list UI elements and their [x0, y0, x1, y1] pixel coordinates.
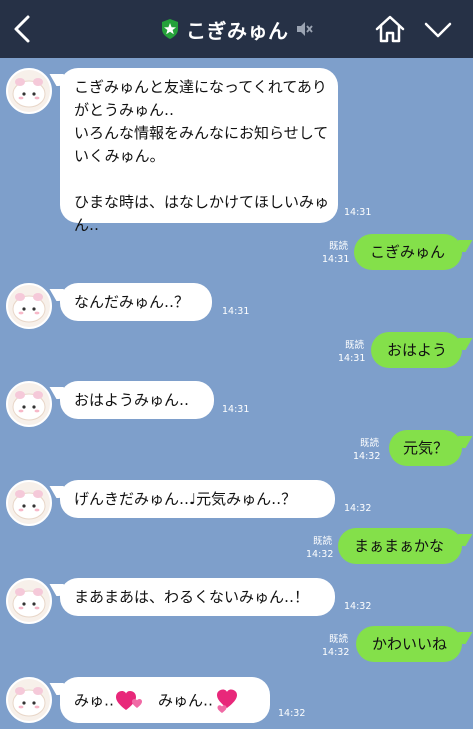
message-time: 14:32 — [278, 708, 306, 719]
message-time: 14:31 — [322, 254, 350, 265]
chevron-down-icon[interactable] — [423, 18, 453, 42]
avatar[interactable] — [6, 578, 52, 624]
incoming-message: げんきだみゅん‥♩元気みゅん‥？ — [60, 480, 335, 518]
incoming-message: こぎみゅんと友達になってくれてありがとうみゅん‥ いろんな情報をみんなにお知らせ… — [60, 68, 338, 234]
read-receipt: 既読 — [328, 634, 348, 645]
outgoing-message: かわいいね — [356, 626, 462, 662]
message-time: 14:31 — [222, 404, 250, 415]
outgoing-message: こぎみゅん — [354, 234, 462, 270]
message-time: 14:32 — [344, 503, 372, 514]
message-time: 14:31 — [222, 306, 250, 317]
message-time: 14:32 — [353, 451, 381, 462]
message-time: 14:32 — [344, 601, 372, 612]
avatar[interactable] — [6, 480, 52, 526]
heart-emoji-icon — [116, 691, 143, 710]
chat-header: こぎみゅん — [0, 0, 473, 58]
incoming-message: なんだみゅん‥？ — [60, 283, 212, 321]
outgoing-message: おはよう — [371, 332, 462, 368]
message-text-group: みゅ‥ みゅん‥ — [60, 677, 270, 714]
message-text: 元気？ — [403, 439, 449, 457]
mascot-avatar-icon — [12, 293, 46, 323]
read-receipt: 既読 — [328, 241, 348, 252]
message-text: こぎみゅんと友達になってくれてありがとうみゅん‥ いろんな情報をみんなにお知らせ… — [74, 78, 330, 234]
avatar[interactable] — [6, 381, 52, 427]
muted-speaker-icon — [296, 22, 313, 36]
incoming-message: おはようみゅん‥ — [60, 381, 214, 419]
outgoing-message: まぁまぁかな — [338, 528, 462, 564]
mascot-avatar-icon — [12, 391, 46, 421]
avatar[interactable] — [6, 283, 52, 329]
read-receipt: 既読 — [344, 340, 364, 351]
heart-emoji-icon — [217, 689, 238, 713]
message-text: まぁまぁかな — [354, 537, 445, 555]
mascot-avatar-icon — [12, 78, 46, 108]
message-time: 14:31 — [344, 207, 372, 218]
message-text: みゅ‥ — [74, 691, 115, 710]
message-text: げんきだみゅん‥♩元気みゅん‥？ — [74, 490, 297, 508]
mascot-avatar-icon — [12, 490, 46, 520]
chat-screen: こぎみゅん こぎみゅんと友達になってくれてありがとうみゅん‥ いろんな情報をみん… — [0, 0, 473, 729]
read-receipt: 既読 — [359, 438, 379, 449]
message-time: 14:31 — [338, 353, 366, 364]
message-time: 14:32 — [322, 647, 350, 658]
message-text: なんだみゅん‥？ — [74, 293, 190, 311]
incoming-message: みゅ‥ みゅん‥ — [60, 677, 270, 723]
message-text: こぎみゅん — [370, 243, 446, 261]
message-text: おはようみゅん‥ — [74, 391, 190, 409]
chat-title: こぎみゅん — [186, 18, 289, 43]
outgoing-message: 元気？ — [389, 430, 462, 466]
message-text: おはよう — [387, 341, 448, 359]
message-time: 14:32 — [306, 549, 334, 560]
mascot-avatar-icon — [12, 687, 46, 717]
back-arrow-icon[interactable] — [10, 14, 34, 44]
avatar[interactable] — [6, 68, 52, 114]
mascot-avatar-icon — [12, 588, 46, 618]
home-icon[interactable] — [374, 14, 406, 44]
message-text: みゅん‥ — [158, 691, 214, 710]
incoming-message: まあまあは、わるくないみゅん‥！ — [60, 578, 335, 616]
avatar[interactable] — [6, 677, 52, 723]
verified-star-icon — [162, 19, 178, 39]
title-group[interactable]: こぎみゅん — [160, 14, 313, 44]
message-text: まあまあは、わるくないみゅん‥！ — [74, 588, 310, 606]
read-receipt: 既読 — [312, 536, 332, 547]
message-text: かわいいね — [372, 635, 448, 653]
